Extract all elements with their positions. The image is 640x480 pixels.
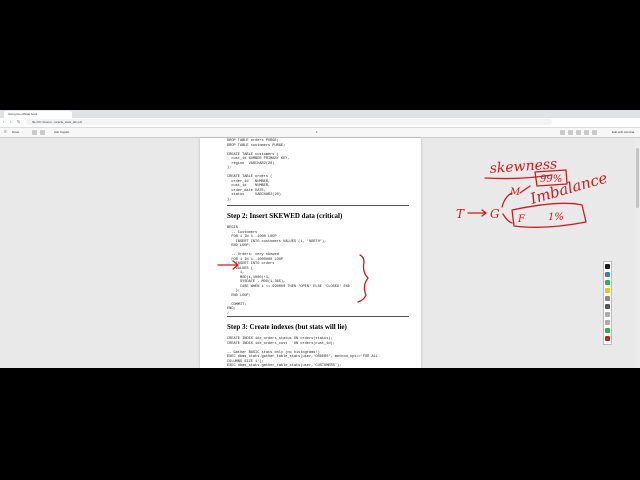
page-counter[interactable]: 1 <box>316 130 318 135</box>
code-block-insert: BEGIN -- Customers FOR i IN 1..1000 LOOP… <box>227 226 350 316</box>
erase-icon[interactable] <box>40 130 45 135</box>
pen-blue-swatch[interactable] <box>605 272 610 277</box>
code-block-create-tables: DROP TABLE orders PURGE; DROP TABLE cust… <box>227 139 290 202</box>
browser-tab-bar: Using the official book <box>0 110 640 118</box>
browser-tab[interactable]: Using the official book <box>4 111 72 118</box>
pdf-page: DROP TABLE orders PURGE; DROP TABLE cust… <box>200 138 421 368</box>
undo-icon[interactable] <box>605 312 610 317</box>
ask-copilot-button[interactable]: Ask Copilot <box>54 130 69 135</box>
section-divider <box>227 205 409 206</box>
scrollbar-thumb[interactable] <box>636 148 639 208</box>
code-block-indexes: CREATE INDEX idx_orders_status ON orders… <box>227 337 378 368</box>
back-icon[interactable]: ‹ <box>3 120 7 124</box>
zoom-out-icon[interactable] <box>560 130 565 135</box>
step3-heading: Step 3: Create indexes (but stats will l… <box>227 323 347 331</box>
refresh-icon[interactable]: ↻ <box>17 120 21 124</box>
url-field[interactable]: file:///C:/Users/.../oracle_stats_lab.pd… <box>26 119 552 125</box>
redo-icon[interactable] <box>605 320 610 325</box>
pdf-toolbar: ☰ Draw Ask Copilot 1 Edit with Acrobat <box>0 128 640 138</box>
pen-green-swatch[interactable] <box>605 280 610 285</box>
rotate-icon[interactable] <box>576 130 581 135</box>
zoom-in-icon[interactable] <box>568 130 573 135</box>
address-bar: ‹ › ↻ file:///C:/Users/.../oracle_stats_… <box>0 118 640 128</box>
pen-tool-icon[interactable] <box>605 304 610 309</box>
pen-yellow-swatch[interactable] <box>605 288 610 293</box>
draw-button[interactable]: Draw <box>12 130 19 135</box>
pdf-viewer[interactable]: DROP TABLE orders PURGE; DROP TABLE cust… <box>0 138 640 368</box>
save-icon[interactable] <box>592 130 597 135</box>
pen-color-palette <box>603 261 612 345</box>
pen-red-swatch[interactable] <box>605 336 610 341</box>
step2-heading: Step 2: Insert SKEWED data (critical) <box>227 212 343 220</box>
menu-icon[interactable]: ☰ <box>4 130 7 135</box>
forward-icon[interactable]: › <box>10 120 14 124</box>
screen-area: Using the official book ‹ › ↻ file:///C:… <box>0 110 640 368</box>
print-icon[interactable] <box>584 130 589 135</box>
scrollbar[interactable] <box>635 138 640 368</box>
eraser-icon[interactable] <box>605 296 610 301</box>
highlight-icon[interactable] <box>32 130 37 135</box>
section-divider <box>227 316 409 317</box>
pen-green-swatch-2[interactable] <box>605 328 610 333</box>
pen-black-swatch[interactable] <box>605 264 610 269</box>
edit-with-acrobat-button[interactable]: Edit with Acrobat <box>612 130 634 135</box>
